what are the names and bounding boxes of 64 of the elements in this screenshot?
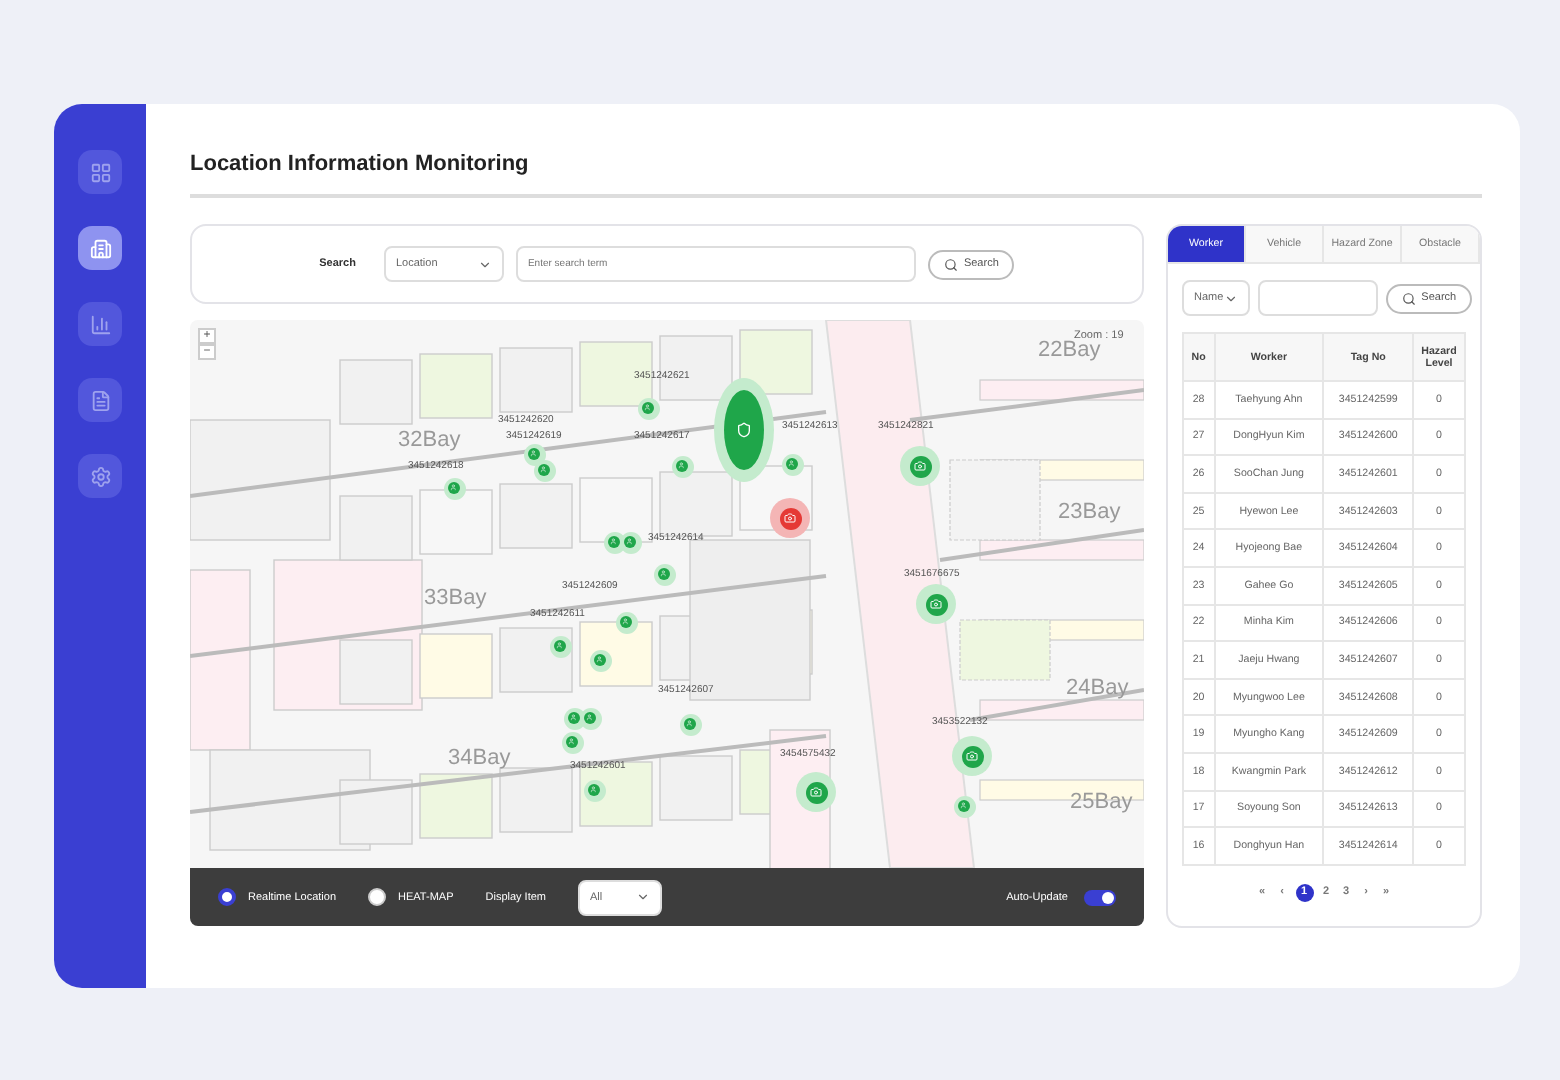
sidebar-button[interactable]	[78, 150, 122, 194]
grid-icon	[89, 161, 111, 183]
chevron-down-icon	[636, 890, 651, 904]
person-icon	[644, 404, 652, 412]
worker-marker[interactable]	[615, 611, 637, 633]
sidebar-button[interactable]	[78, 378, 122, 422]
person-icon	[570, 714, 578, 722]
camera-icon	[914, 460, 926, 472]
person-icon	[960, 802, 968, 810]
person-icon	[626, 538, 634, 546]
shield-icon	[736, 422, 752, 438]
camera-marker[interactable]	[916, 584, 956, 624]
person-icon	[660, 570, 668, 578]
bay-label: 25Bay	[1070, 790, 1133, 814]
page-title: Location Information Monitoring	[190, 152, 1482, 198]
person-icon	[586, 714, 594, 722]
camera-marker[interactable]	[952, 736, 992, 776]
camera-icon	[966, 750, 978, 762]
worker-marker[interactable]	[533, 459, 555, 481]
person-icon	[596, 656, 604, 664]
document-icon	[89, 389, 111, 411]
person-icon	[568, 738, 576, 746]
settings-icon	[89, 465, 111, 487]
chart-icon	[89, 313, 111, 335]
building-icon	[89, 237, 111, 259]
worker-marker[interactable]	[653, 563, 675, 585]
worker-marker[interactable]	[679, 713, 701, 735]
chevron-down-icon	[1223, 291, 1238, 305]
camera-icon	[810, 786, 822, 798]
worker-marker[interactable]	[561, 731, 583, 753]
person-icon	[622, 618, 630, 626]
person-icon	[530, 450, 538, 458]
person-icon	[678, 462, 686, 470]
worker-marker[interactable]	[671, 455, 693, 477]
filter-field[interactable]	[1257, 280, 1378, 316]
camera-marker[interactable]	[900, 446, 940, 486]
person-icon	[788, 460, 796, 468]
sidebar-button[interactable]	[78, 454, 122, 498]
auto-update-toggle[interactable]	[1084, 889, 1116, 905]
worker-marker[interactable]	[443, 477, 465, 499]
bay-label: 24Bay	[1066, 676, 1129, 700]
worker-marker[interactable]	[563, 707, 585, 729]
bay-label: 33Bay	[424, 586, 487, 610]
person-icon	[610, 538, 618, 546]
bay-label: 32Bay	[398, 428, 461, 452]
bay-label: 34Bay	[448, 746, 511, 770]
person-icon	[450, 484, 458, 492]
camera-icon	[930, 598, 942, 610]
sidebar-button[interactable]	[78, 302, 122, 346]
radio-button[interactable]	[218, 888, 236, 906]
bay-label: 23Bay	[1058, 500, 1121, 524]
worker-marker[interactable]	[523, 443, 545, 465]
person-icon	[556, 642, 564, 650]
person-icon	[590, 786, 598, 794]
worker-marker[interactable]	[781, 453, 803, 475]
sidebar-button[interactable]	[78, 226, 122, 270]
chevron-down-icon	[477, 257, 492, 271]
person-icon	[686, 720, 694, 728]
worker-marker[interactable]	[579, 707, 601, 729]
person-icon	[540, 466, 548, 474]
search-icon	[943, 257, 958, 271]
camera-icon	[784, 512, 796, 524]
bay-label: 22Bay	[1038, 338, 1101, 362]
search-icon	[1401, 291, 1416, 305]
